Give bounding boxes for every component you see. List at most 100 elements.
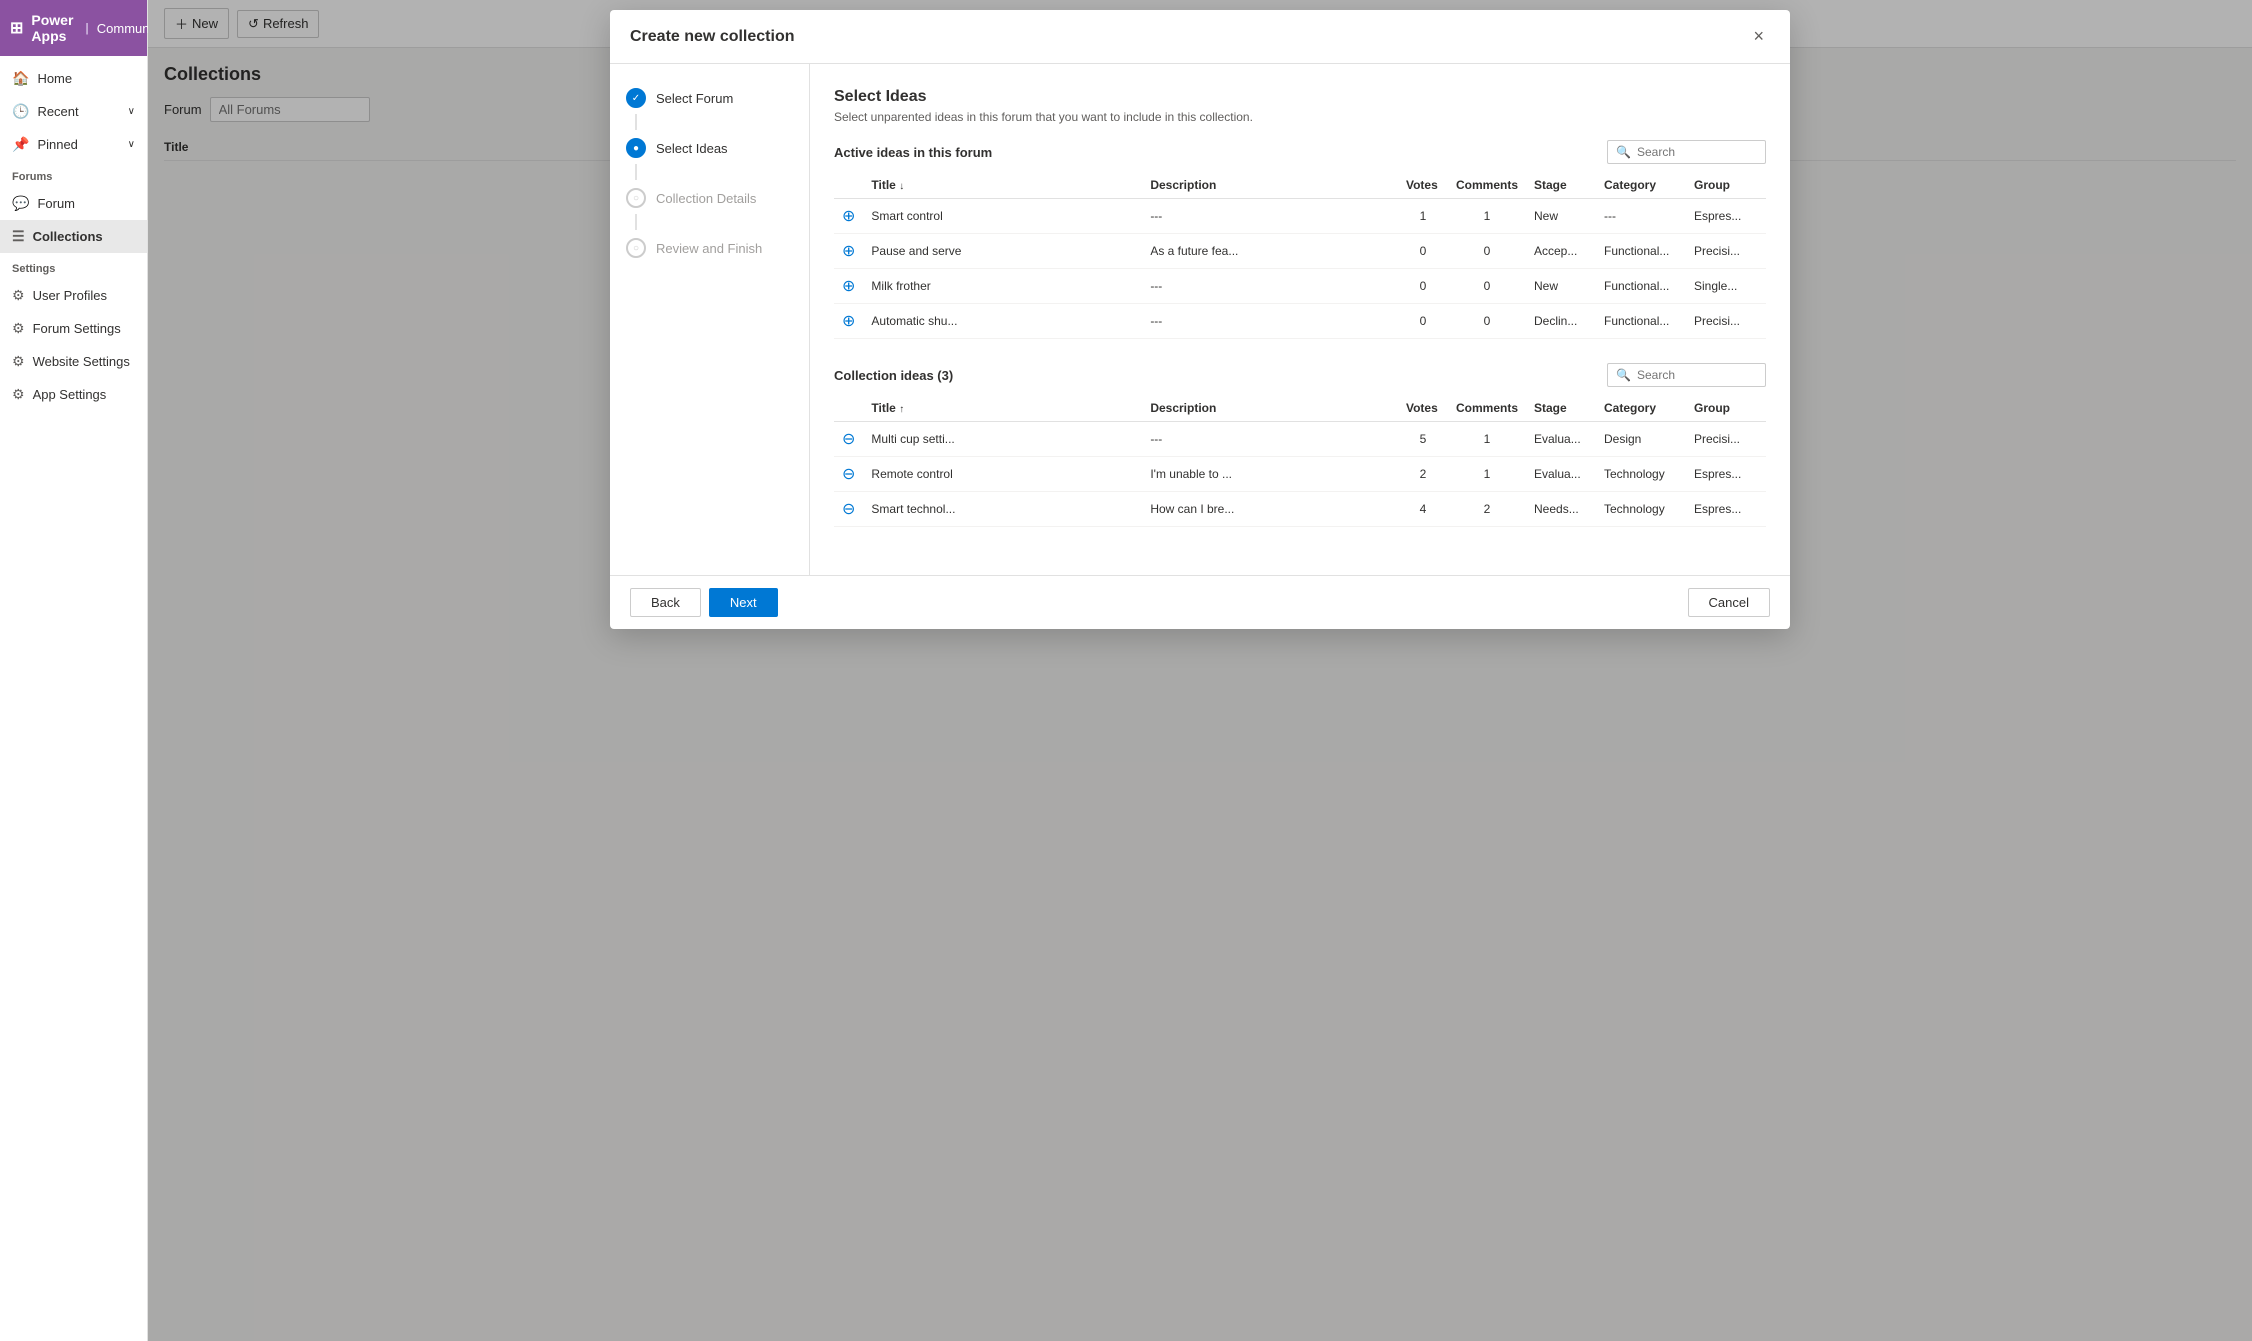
sidebar: ⊞ Power Apps | Community 🏠 Home 🕒 Recent…	[0, 0, 148, 1341]
add-icon-cell[interactable]: ⊕	[834, 269, 863, 304]
add-row-icon[interactable]: ⊕	[842, 243, 855, 260]
collection-row-stage: Evalua...	[1526, 422, 1596, 457]
active-th-group: Group	[1686, 172, 1766, 199]
step-label-2: Select Ideas	[656, 141, 728, 156]
active-table-row: ⊕ Automatic shu... --- 0 0 Declin... Fun…	[834, 304, 1766, 339]
step-connector-1	[635, 114, 637, 130]
active-th-comments: Comments	[1448, 172, 1526, 199]
remove-icon-cell[interactable]: ⊖	[834, 492, 863, 527]
sidebar-item-home[interactable]: 🏠 Home	[0, 62, 147, 95]
remove-icon-cell[interactable]: ⊖	[834, 422, 863, 457]
active-ideas-header: Active ideas in this forum 🔍	[834, 140, 1766, 164]
collection-row-comments: 1	[1448, 422, 1526, 457]
active-col-title-label: Title	[871, 178, 895, 192]
sidebar-item-user-profiles[interactable]: ⚙ User Profiles	[0, 279, 147, 312]
cancel-button[interactable]: Cancel	[1688, 588, 1770, 617]
collection-table-body: ⊖ Multi cup setti... --- 5 1 Evalua... D…	[834, 422, 1766, 527]
collection-row-title: Smart technol...	[863, 492, 1142, 527]
step-connector-3	[635, 214, 637, 230]
active-search-input[interactable]	[1637, 145, 1757, 159]
footer-left-buttons: Back Next	[630, 588, 778, 617]
active-ideas-table: Title ↓ Description Votes Comments Stage…	[834, 172, 1766, 339]
sidebar-nav: 🏠 Home 🕒 Recent ∨ 📌 Pinned ∨ Forums 💬 Fo…	[0, 56, 147, 1341]
add-row-icon[interactable]: ⊕	[842, 278, 855, 295]
modal-body: ✓ Select Forum ● Select Ideas ○ Collecti…	[610, 64, 1790, 575]
sidebar-item-recent[interactable]: 🕒 Recent ∨	[0, 95, 147, 128]
active-row-desc: ---	[1142, 304, 1398, 339]
active-th-category: Category	[1596, 172, 1686, 199]
modal-title: Create new collection	[630, 28, 795, 46]
active-row-group: Single...	[1686, 269, 1766, 304]
step-select-forum: ✓ Select Forum	[626, 88, 793, 108]
active-row-votes: 0	[1398, 234, 1448, 269]
active-section-label: Active ideas in this forum	[834, 145, 992, 160]
add-row-icon[interactable]: ⊕	[842, 208, 855, 225]
active-table-body: ⊕ Smart control --- 1 1 New --- Espres..…	[834, 199, 1766, 339]
collection-row-category: Design	[1596, 422, 1686, 457]
back-button[interactable]: Back	[630, 588, 701, 617]
collection-th-category: Category	[1596, 395, 1686, 422]
chevron-down-icon-pinned: ∨	[128, 139, 135, 150]
active-row-votes: 0	[1398, 269, 1448, 304]
collection-search-input[interactable]	[1637, 368, 1757, 382]
sidebar-item-forum[interactable]: 💬 Forum	[0, 187, 147, 220]
settings-section-label: Settings	[0, 253, 147, 279]
collection-search-box[interactable]: 🔍	[1607, 363, 1766, 387]
recent-icon: 🕒	[12, 103, 29, 120]
active-row-title: Automatic shu...	[863, 304, 1142, 339]
active-th-votes: Votes	[1398, 172, 1448, 199]
active-row-stage: New	[1526, 199, 1596, 234]
collection-th-title[interactable]: Title ↑	[863, 395, 1142, 422]
active-th-title[interactable]: Title ↓	[863, 172, 1142, 199]
collection-row-stage: Needs...	[1526, 492, 1596, 527]
modal-footer: Back Next Cancel	[610, 575, 1790, 629]
collection-row-title: Multi cup setti...	[863, 422, 1142, 457]
step-review-finish: ○ Review and Finish	[626, 238, 793, 258]
step-label-3: Collection Details	[656, 191, 756, 206]
collection-row-comments: 2	[1448, 492, 1526, 527]
add-icon-cell[interactable]: ⊕	[834, 199, 863, 234]
collection-table-row: ⊖ Remote control I'm unable to ... 2 1 E…	[834, 457, 1766, 492]
add-icon-cell[interactable]: ⊕	[834, 304, 863, 339]
forums-section-label: Forums	[0, 161, 147, 187]
add-icon-cell[interactable]: ⊕	[834, 234, 863, 269]
active-row-comments: 1	[1448, 199, 1526, 234]
collection-th-comments: Comments	[1448, 395, 1526, 422]
step-circle-1: ✓	[626, 88, 646, 108]
collection-row-desc: I'm unable to ...	[1142, 457, 1398, 492]
sidebar-item-forum-settings[interactable]: ⚙ Forum Settings	[0, 312, 147, 345]
collection-row-desc: How can I bre...	[1142, 492, 1398, 527]
add-row-icon[interactable]: ⊕	[842, 313, 855, 330]
sidebar-label-user-profiles: User Profiles	[33, 288, 107, 303]
sidebar-item-collections[interactable]: ☰ Collections	[0, 220, 147, 253]
active-row-comments: 0	[1448, 234, 1526, 269]
collection-table-header-row: Title ↑ Description Votes Comments Stage…	[834, 395, 1766, 422]
collection-th-icon	[834, 395, 863, 422]
sidebar-item-app-settings[interactable]: ⚙ App Settings	[0, 378, 147, 411]
remove-row-icon[interactable]: ⊖	[842, 501, 855, 518]
collection-sort-arrow: ↑	[899, 404, 904, 415]
website-settings-icon: ⚙	[12, 353, 25, 370]
active-search-box[interactable]: 🔍	[1607, 140, 1766, 164]
active-row-category: Functional...	[1596, 234, 1686, 269]
active-row-comments: 0	[1448, 269, 1526, 304]
collection-th-votes: Votes	[1398, 395, 1448, 422]
remove-icon-cell[interactable]: ⊖	[834, 457, 863, 492]
sidebar-label-app-settings: App Settings	[33, 387, 107, 402]
user-profiles-icon: ⚙	[12, 287, 25, 304]
step-label-1: Select Forum	[656, 91, 733, 106]
remove-row-icon[interactable]: ⊖	[842, 466, 855, 483]
sidebar-item-pinned[interactable]: 📌 Pinned ∨	[0, 128, 147, 161]
collection-row-votes: 4	[1398, 492, 1448, 527]
remove-row-icon[interactable]: ⊖	[842, 431, 855, 448]
collection-row-group: Espres...	[1686, 457, 1766, 492]
app-header: ⊞ Power Apps | Community	[0, 0, 147, 56]
step-label-4: Review and Finish	[656, 241, 762, 256]
sidebar-item-website-settings[interactable]: ⚙ Website Settings	[0, 345, 147, 378]
collection-th-desc: Description	[1142, 395, 1398, 422]
next-button[interactable]: Next	[709, 588, 778, 617]
modal-close-button[interactable]: ×	[1747, 24, 1770, 49]
home-icon: 🏠	[12, 70, 29, 87]
active-table-row: ⊕ Smart control --- 1 1 New --- Espres..…	[834, 199, 1766, 234]
active-row-comments: 0	[1448, 304, 1526, 339]
